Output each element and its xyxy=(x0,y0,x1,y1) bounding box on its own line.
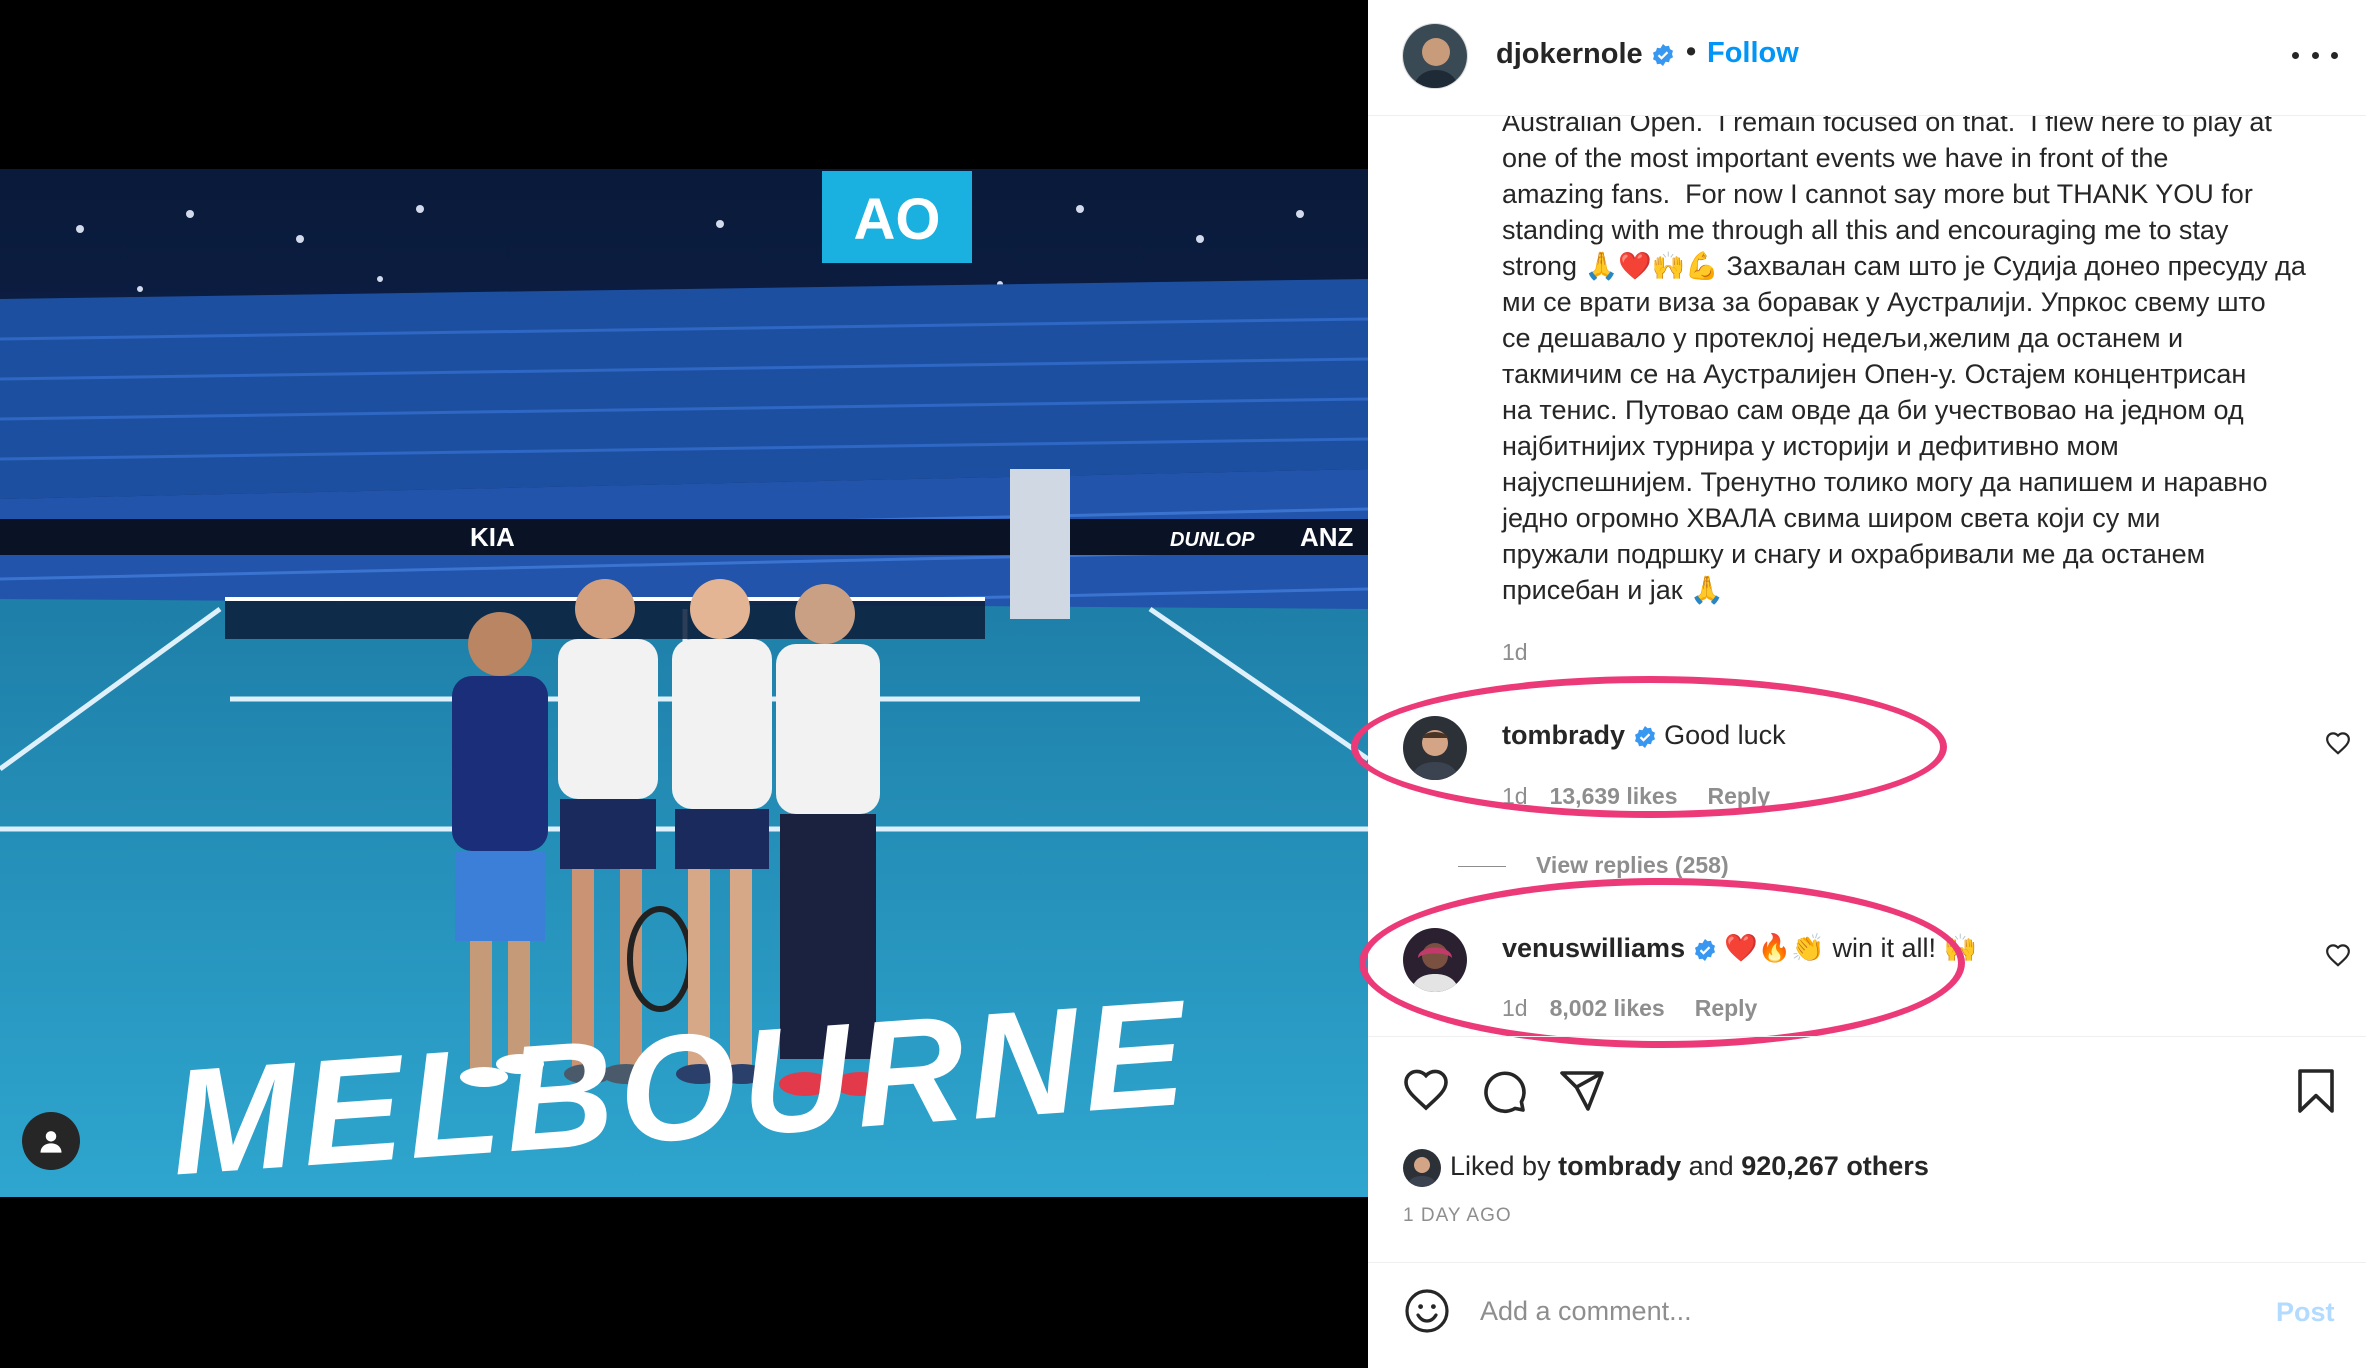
view-replies-line xyxy=(1458,866,1506,868)
comment-meta: 1d 13,639 likes Reply xyxy=(1502,783,1770,810)
bookmark-icon[interactable] xyxy=(2292,1067,2340,1115)
comment-likes-count[interactable]: 8,002 likes xyxy=(1550,995,1665,1021)
author-username-text[interactable]: djokernole xyxy=(1496,38,1643,70)
comment-like-heart-icon[interactable] xyxy=(2325,731,2351,757)
post-media-panel: AO KIA DUNLOP ANZ MELBOURNE xyxy=(0,0,1368,1368)
post-timestamp[interactable]: 1 DAY AGO xyxy=(1403,1205,1512,1227)
liked-by-user[interactable]: tombrady xyxy=(1558,1151,1681,1181)
liked-by-prefix: Liked by xyxy=(1450,1151,1551,1181)
more-dot xyxy=(2311,51,2319,59)
more-options-icon[interactable] xyxy=(2292,40,2338,70)
liked-by-and: and xyxy=(1688,1151,1734,1181)
avatar-image xyxy=(1403,24,1467,88)
follow-button[interactable]: Follow xyxy=(1707,37,1799,70)
comment-icon[interactable] xyxy=(1480,1067,1528,1115)
user-tag-icon xyxy=(40,1131,62,1153)
more-dot xyxy=(2331,51,2338,59)
comment-body: ❤️🔥👏 win it all! 🙌 xyxy=(1724,933,1978,963)
post-header: djokernole • Follow xyxy=(1368,0,2366,116)
comment-input[interactable] xyxy=(1480,1289,2160,1333)
sponsor-anz-text: ANZ xyxy=(1300,522,1354,552)
comment-timestamp[interactable]: 1d xyxy=(1502,783,1528,809)
author-avatar[interactable] xyxy=(1402,23,1468,89)
comment-timestamp[interactable]: 1d xyxy=(1502,995,1528,1021)
comment-likes-count[interactable]: 13,639 likes xyxy=(1550,783,1678,809)
heart-icon[interactable] xyxy=(1402,1067,1450,1115)
add-comment-bar: Post xyxy=(1368,1262,2366,1368)
post-action-bar: Liked by tombrady and 920,267 others 1 D… xyxy=(1368,1036,2366,1246)
commenter-avatar[interactable] xyxy=(1403,928,1467,992)
share-icon[interactable] xyxy=(1558,1067,1606,1115)
liked-by-summary: Liked by tombrady and 920,267 others xyxy=(1450,1151,1929,1182)
tennis-arena-photo: AO KIA DUNLOP ANZ MELBOURNE xyxy=(0,169,1368,1197)
verified-badge-icon xyxy=(1652,44,1673,67)
verified-badge-icon xyxy=(1694,938,1715,961)
comment-body: Good luck xyxy=(1664,720,1786,750)
post-caption: Australian Open. I remain focused on tha… xyxy=(1502,107,2306,605)
scoreboard-text: AO xyxy=(854,187,941,252)
emoji-icon[interactable] xyxy=(1403,1287,1451,1335)
comment-reply-button[interactable]: Reply xyxy=(1708,783,1771,809)
view-replies-button[interactable]: View replies (258) xyxy=(1458,852,1729,879)
comment-like-heart-icon[interactable] xyxy=(2325,943,2351,969)
liked-by-others[interactable]: 920,267 others xyxy=(1741,1151,1929,1181)
comment-reply-button[interactable]: Reply xyxy=(1695,995,1758,1021)
tagged-people-button[interactable] xyxy=(22,1112,80,1170)
view-replies-label[interactable]: View replies (258) xyxy=(1536,852,1729,878)
post-side-panel: djokernole • Follow Australian Open. I r… xyxy=(1351,0,2366,1368)
header-separator-dot: • xyxy=(1686,36,1697,68)
sponsor-kia-text: KIA xyxy=(470,522,515,552)
avatar-image xyxy=(1403,1149,1441,1187)
caption-timestamp[interactable]: 1d xyxy=(1502,639,1528,666)
liked-by-avatar[interactable] xyxy=(1403,1149,1441,1187)
verified-badge-icon xyxy=(1634,725,1655,748)
post-photo[interactable]: AO KIA DUNLOP ANZ MELBOURNE xyxy=(0,169,1368,1197)
comment-text-line: tombrady Good luck xyxy=(1502,720,1786,751)
comment-meta: 1d 8,002 likes Reply xyxy=(1502,995,1757,1022)
avatar-image xyxy=(1403,716,1467,780)
commenter-avatar[interactable] xyxy=(1403,716,1467,780)
comment-username[interactable]: venuswilliams xyxy=(1502,933,1685,963)
post-comment-button[interactable]: Post xyxy=(2276,1297,2335,1328)
author-username[interactable]: djokernole xyxy=(1496,38,1675,71)
comment-text-line: venuswilliams ❤️🔥👏 win it all! 🙌 xyxy=(1502,932,1977,964)
comment-username[interactable]: tombrady xyxy=(1502,720,1625,750)
sponsor-dunlop-text: DUNLOP xyxy=(1170,529,1255,551)
more-dot xyxy=(2292,51,2299,59)
avatar-image xyxy=(1403,928,1467,992)
